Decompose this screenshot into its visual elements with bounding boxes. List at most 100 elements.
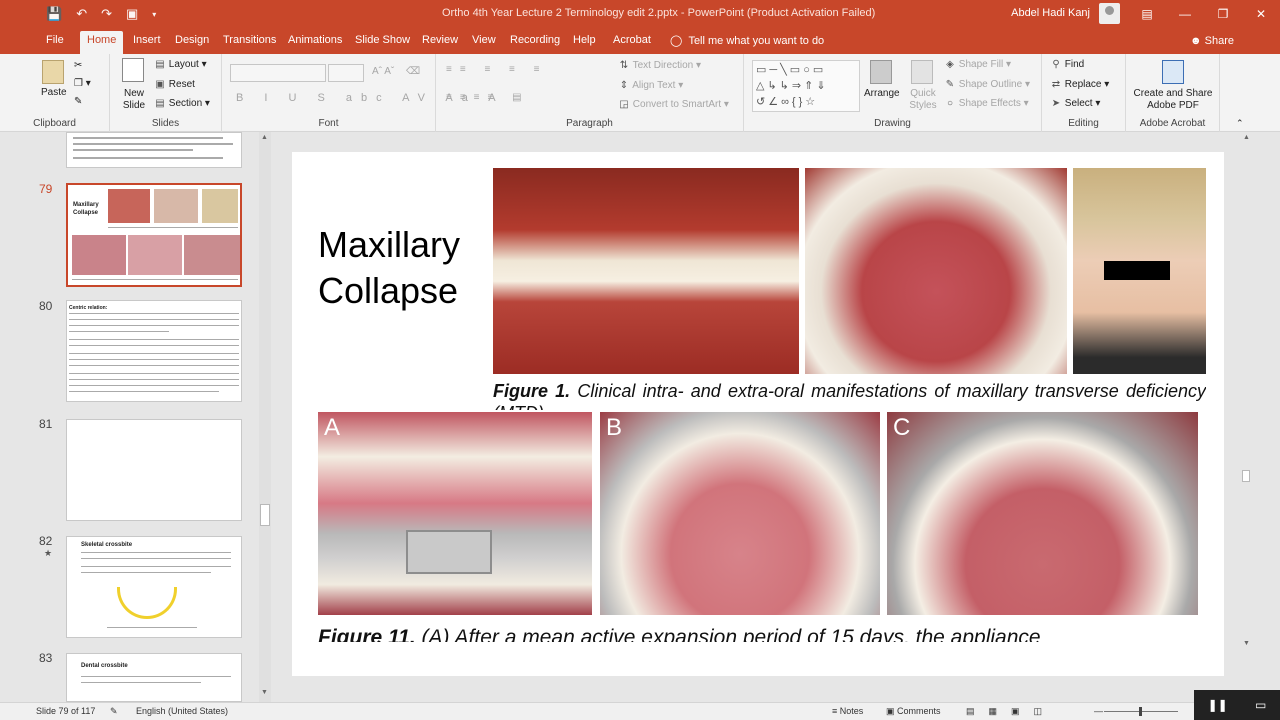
tell-me-search[interactable]: ◯ Tell me what you want to do xyxy=(670,34,824,47)
redo-icon[interactable]: ↷ xyxy=(101,6,112,22)
share-button[interactable]: ☻ Share xyxy=(1190,35,1234,47)
presenter-icon[interactable]: ▣ xyxy=(126,6,138,22)
arrange-icon[interactable] xyxy=(870,60,892,84)
scrollbar-thumb[interactable] xyxy=(260,504,270,526)
thumbnail-78[interactable] xyxy=(66,132,242,168)
expansion-photo-a[interactable]: A xyxy=(318,412,592,615)
scroll-up-icon[interactable]: ▲ xyxy=(1243,134,1250,141)
pause-icon[interactable]: ❚❚ xyxy=(1208,698,1228,712)
tab-design[interactable]: Design xyxy=(175,34,209,46)
comments-button[interactable]: ▣ Comments xyxy=(886,706,941,717)
avatar[interactable] xyxy=(1099,3,1120,24)
tab-recording[interactable]: Recording xyxy=(510,34,560,46)
tab-home[interactable]: Home xyxy=(80,31,124,54)
scroll-down-icon[interactable]: ▼ xyxy=(261,689,268,696)
notes-button[interactable]: ≡ Notes xyxy=(832,706,863,716)
tab-review[interactable]: Review xyxy=(422,34,458,46)
zoom-out-icon[interactable]: — xyxy=(1094,706,1103,716)
tab-animations[interactable]: Animations xyxy=(288,34,342,46)
collapse-ribbon-icon[interactable]: ⌃ xyxy=(1236,118,1244,129)
thumbnail-79[interactable]: Maxillary Collapse xyxy=(66,183,242,287)
arrange-button[interactable]: Arrange xyxy=(864,88,900,99)
layout-button[interactable]: ▤ Layout ▾ xyxy=(154,59,206,70)
layout-label: Layout xyxy=(168,59,199,70)
thumb-text-line xyxy=(73,143,233,145)
cut-icon[interactable]: ✂ xyxy=(74,60,82,71)
pdf-icon[interactable] xyxy=(1162,60,1184,84)
new-slide-icon[interactable] xyxy=(122,58,144,82)
align-buttons[interactable]: ≡≡≡≡ ▤ xyxy=(446,92,530,103)
thumb-text-line xyxy=(69,325,239,326)
clear-format-icon[interactable]: ⌫ xyxy=(406,66,420,77)
list-buttons[interactable]: ≡≡ ≡ ≡ ≡ xyxy=(446,64,548,75)
paste-button[interactable]: Paste xyxy=(41,87,67,98)
paste-icon[interactable] xyxy=(42,60,64,84)
font-size-combo[interactable] xyxy=(328,64,364,82)
find-button[interactable]: ⚲ Find xyxy=(1050,59,1084,70)
thumbnail-number: 81 xyxy=(39,417,53,431)
tab-view[interactable]: View xyxy=(472,34,496,46)
restore-icon[interactable]: ❐ xyxy=(1204,0,1242,28)
create-share-pdf-button[interactable]: Create and Share Adobe PDF xyxy=(1128,88,1218,112)
undo-icon[interactable]: ↶ xyxy=(76,6,87,22)
thumbnails-scrollbar[interactable]: ▲ ▼ xyxy=(259,132,271,702)
zoom-slider-thumb[interactable] xyxy=(1139,707,1142,716)
grow-font-icon[interactable]: Aˆ Aˇ xyxy=(372,66,394,77)
convert-smartart-button[interactable]: ◲ Convert to SmartArt ▾ xyxy=(618,99,729,110)
text-direction-button[interactable]: ⇅ Text Direction ▾ xyxy=(618,60,701,71)
shapes-gallery[interactable]: ▭─╲▭○▭ △↳↳⇒⇑⇓ ↺∠∞{}☆ xyxy=(752,60,860,112)
thumbnail-82[interactable]: Skeletal crossbite xyxy=(66,536,242,638)
scroll-up-icon[interactable]: ▲ xyxy=(261,134,268,141)
tab-file[interactable]: File xyxy=(46,34,64,46)
expansion-photo-c[interactable]: C xyxy=(887,412,1198,615)
patient-face-photo[interactable] xyxy=(1073,168,1206,374)
close-icon[interactable]: ✕ xyxy=(1242,0,1280,28)
scroll-down-icon[interactable]: ▼ xyxy=(1243,640,1250,647)
select-button[interactable]: ➤ Select ▾ xyxy=(1050,98,1101,109)
tab-acrobat[interactable]: Acrobat xyxy=(613,34,651,46)
tab-transitions[interactable]: Transitions xyxy=(223,34,276,46)
screen-icon[interactable]: ▭ xyxy=(1255,698,1266,712)
slide-title[interactable]: Maxillary Collapse xyxy=(318,222,460,314)
tab-help[interactable]: Help xyxy=(573,34,596,46)
intraoral-photo-front[interactable] xyxy=(493,168,799,374)
quick-styles-button[interactable]: Quick Styles xyxy=(906,88,940,112)
align-text-button[interactable]: ⇕ Align Text ▾ xyxy=(618,80,683,91)
font-family-combo[interactable] xyxy=(230,64,326,82)
paint-bucket-icon: ◈ xyxy=(946,59,954,70)
tab-insert[interactable]: Insert xyxy=(133,34,161,46)
figure-1-caption[interactable]: Figure 1. Clinical intra- and extra-oral… xyxy=(493,380,1206,410)
slide-canvas[interactable]: Maxillary Collapse Figure 1. Clinical in… xyxy=(292,152,1224,676)
thumbnail-81[interactable] xyxy=(66,419,242,521)
thumbnail-83[interactable]: Dental crossbite xyxy=(66,653,242,702)
language-indicator[interactable]: English (United States) xyxy=(136,706,228,716)
quick-styles-icon[interactable] xyxy=(911,60,933,84)
new-slide-button[interactable]: New Slide xyxy=(118,88,150,112)
expansion-photo-b[interactable]: B xyxy=(600,412,880,615)
view-buttons[interactable]: ▤▦▣◫ xyxy=(966,706,1056,717)
tab-slide-show[interactable]: Slide Show xyxy=(355,34,410,46)
minimize-icon[interactable]: — xyxy=(1166,0,1204,28)
save-icon[interactable]: 💾 xyxy=(46,6,62,22)
window-controls: ▤ — ❐ ✕ xyxy=(1128,0,1280,28)
figure-11-caption[interactable]: Figure 11. (A) After a mean active expan… xyxy=(318,624,1198,642)
customize-qat-icon[interactable]: ▾ xyxy=(152,10,156,19)
pen-icon: ✎ xyxy=(945,79,955,90)
thumb-title: Dental crossbite xyxy=(81,663,128,669)
section-button[interactable]: ▤ Section ▾ xyxy=(154,98,210,109)
scrollbar-thumb[interactable] xyxy=(1242,470,1250,482)
user-name[interactable]: Abdel Hadi Kanj xyxy=(1011,7,1090,19)
thumbnail-80[interactable]: Centric relation: xyxy=(66,300,242,402)
accessibility-icon[interactable]: ✎ xyxy=(110,706,118,717)
slide-scrollbar[interactable]: ▲ ▼ xyxy=(1240,132,1252,654)
replace-button[interactable]: ⇄ Replace ▾ xyxy=(1050,79,1110,90)
format-painter-icon[interactable]: ✎ xyxy=(74,96,82,107)
shape-outline-button[interactable]: ✎ Shape Outline ▾ xyxy=(944,79,1030,90)
copy-icon[interactable]: ❐ ▾ xyxy=(74,78,91,89)
shape-fill-button[interactable]: ◈ Shape Fill ▾ xyxy=(944,59,1011,70)
eye-censor-bar xyxy=(1104,261,1170,280)
shape-effects-button[interactable]: ○ Shape Effects ▾ xyxy=(944,98,1029,109)
ribbon-display-icon[interactable]: ▤ xyxy=(1128,0,1166,28)
intraoral-photo-occlusal[interactable] xyxy=(805,168,1067,374)
reset-button[interactable]: ▣ Reset xyxy=(154,79,195,90)
